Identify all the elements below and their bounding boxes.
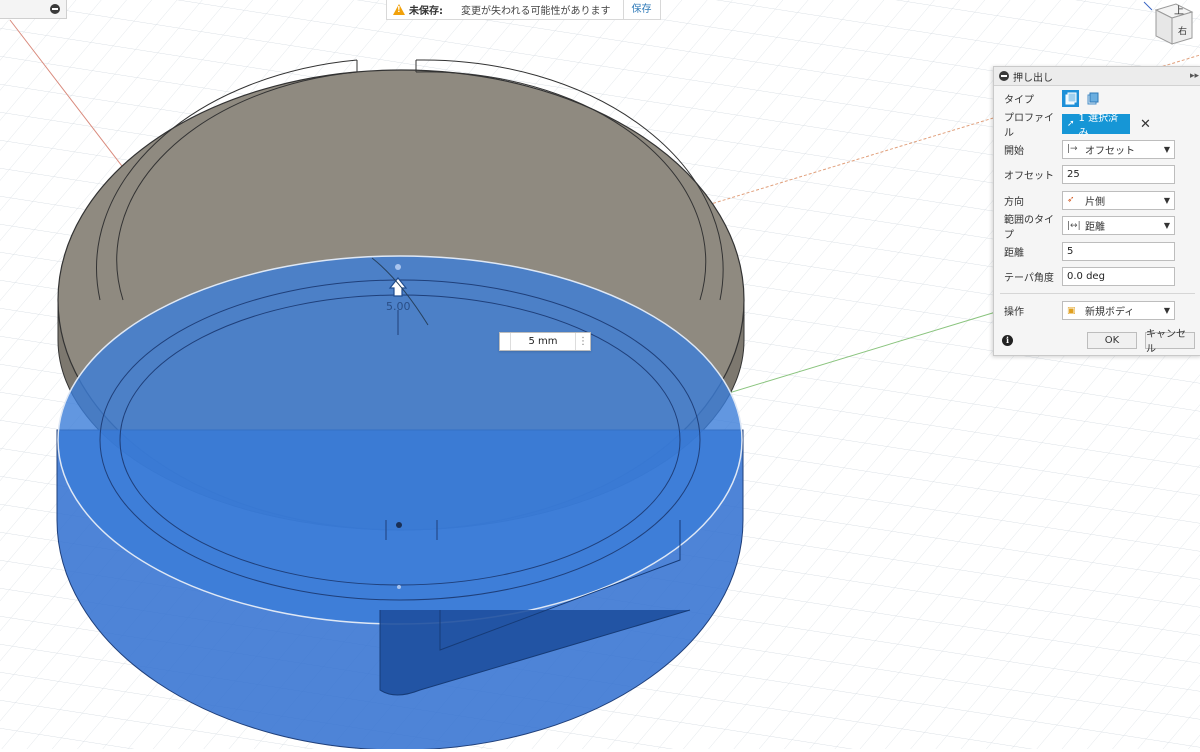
start-label: 開始: [1004, 145, 1024, 157]
extent-type-dropdown[interactable]: |↔| 距離 ▼: [1062, 216, 1175, 236]
cursor-icon: ➚: [1067, 119, 1075, 130]
distance-label: 距離: [1004, 247, 1024, 259]
offset-icon: |→: [1067, 144, 1078, 155]
row-type: タイプ: [994, 86, 1200, 111]
unsaved-message: 変更が失われる可能性があります: [461, 6, 611, 17]
solid-extrude-icon[interactable]: [1062, 90, 1079, 108]
expand-icon[interactable]: ▸▸: [1190, 71, 1199, 81]
chevron-down-icon: ▼: [1163, 144, 1170, 154]
distance-icon: |↔|: [1067, 220, 1081, 231]
chevron-down-icon: ▼: [1163, 221, 1170, 231]
panel-header: 押し出し ▸▸: [994, 67, 1200, 86]
taper-label: テーパ角度: [1004, 272, 1054, 284]
chevron-down-icon: ▼: [1163, 195, 1170, 205]
unsaved-title: 未保存:: [409, 6, 443, 17]
info-icon[interactable]: i: [1002, 334, 1013, 346]
clear-selection-icon[interactable]: ✕: [1140, 117, 1151, 132]
distance-input-value[interactable]: 5 mm: [511, 336, 575, 347]
chevron-down-icon: ▼: [1163, 306, 1170, 316]
offset-input[interactable]: 25: [1062, 165, 1175, 185]
viewcube-top-label: 上: [1174, 5, 1184, 17]
operation-dropdown[interactable]: ▣ 新規ボディ ▼: [1062, 301, 1175, 321]
extent-type-dropdown-value: 距離: [1085, 222, 1105, 234]
operation-label: 操作: [1004, 307, 1024, 319]
drag-grip-icon[interactable]: [500, 333, 511, 350]
type-label: タイプ: [1004, 95, 1034, 107]
start-dropdown-value: オフセット: [1085, 145, 1135, 157]
direction-dropdown-value: 片側: [1085, 196, 1105, 208]
collapse-icon[interactable]: [50, 4, 60, 14]
row-start: 開始 |→ オフセット ▼: [994, 137, 1200, 162]
cancel-button[interactable]: キャンセル: [1145, 329, 1195, 355]
save-button[interactable]: 保存: [622, 0, 660, 19]
row-distance: 距離 5: [994, 238, 1200, 263]
viewcube-right-label: 右: [1178, 25, 1187, 37]
profile-selection-value: 1 選択済み: [1078, 113, 1119, 140]
extrude-panel: 押し出し ▸▸ タイプ プロファイル ➚ 1 選択済み ✕ 開始 |→ オフセッ…: [993, 66, 1200, 356]
blue-extrude-preview[interactable]: [56, 255, 744, 751]
warning-icon: [393, 4, 405, 15]
thin-extrude-icon[interactable]: [1084, 90, 1101, 107]
profile-label: プロファイル: [1004, 113, 1054, 140]
row-profile: プロファイル ➚ 1 選択済み ✕: [994, 111, 1200, 140]
start-dropdown[interactable]: |→ オフセット ▼: [1062, 139, 1175, 159]
offset-label: オフセット: [1004, 171, 1054, 183]
row-offset: オフセット 25: [994, 162, 1200, 187]
distance-input[interactable]: 5: [1062, 241, 1175, 261]
taper-input[interactable]: 0.0 deg: [1062, 266, 1175, 286]
row-taper: テーパ角度 0.0 deg: [994, 264, 1200, 289]
row-direction: 方向 ➶ 片側 ▼: [994, 188, 1200, 213]
divider: [1000, 293, 1195, 295]
dimension-label: 5.00: [386, 300, 411, 313]
row-extent-type: 範囲のタイプ |↔| 距離 ▼: [994, 213, 1200, 241]
collapse-icon[interactable]: [999, 71, 1009, 81]
new-body-icon: ▣: [1067, 305, 1076, 316]
direction-dropdown[interactable]: ➶ 片側 ▼: [1062, 190, 1175, 210]
viewcube[interactable]: 上 右: [1136, 0, 1196, 50]
one-side-icon: ➶: [1067, 195, 1075, 206]
panel-title: 押し出し: [1013, 72, 1053, 84]
operation-dropdown-value: 新規ボディ: [1085, 307, 1135, 319]
browser-collapse-stub: [0, 0, 67, 19]
profile-selection-button[interactable]: ➚ 1 選択済み: [1062, 113, 1130, 139]
row-operation: 操作 ▣ 新規ボディ ▼: [994, 298, 1200, 323]
more-options-icon[interactable]: ⋮: [575, 333, 590, 350]
extent-type-label: 範囲のタイプ: [1004, 214, 1054, 241]
ok-button[interactable]: OK: [1087, 331, 1137, 349]
unsaved-banner: 未保存: 変更が失われる可能性があります 保存: [386, 0, 661, 20]
panel-footer: i OK キャンセル: [994, 325, 1200, 355]
distance-dimension-input[interactable]: 5 mm ⋮: [499, 332, 591, 351]
direction-label: 方向: [1004, 196, 1024, 208]
